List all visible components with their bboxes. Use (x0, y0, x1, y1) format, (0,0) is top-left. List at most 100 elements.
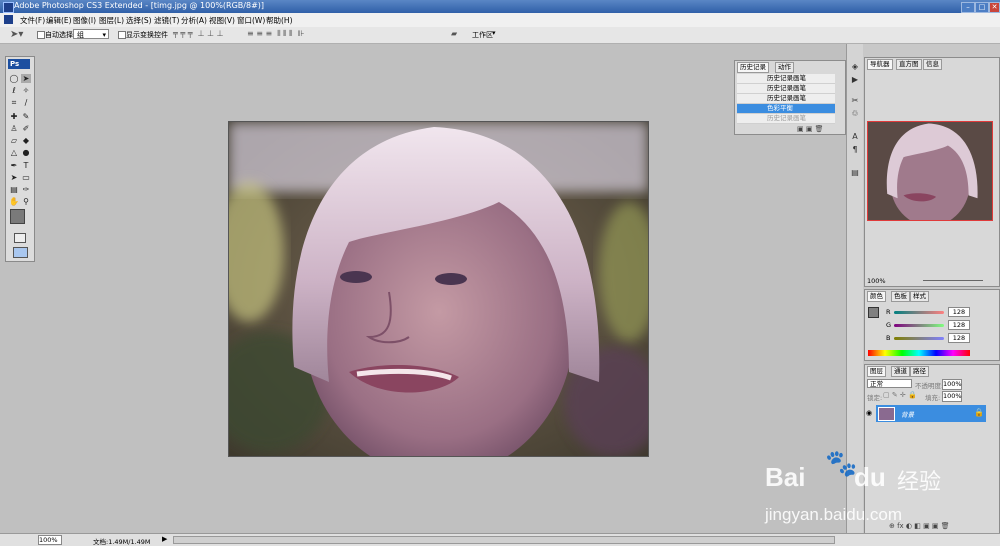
distribute-buttons-icon[interactable]: ≡ ≡ ≡ ⫴ ⫴ ⫴ ⊪ (247, 29, 305, 39)
history-row[interactable]: 历史记录画笔 (737, 94, 835, 104)
baidu-watermark: Bai 🐾 du 经验 jingyan.baidu.com (762, 443, 1000, 533)
document-image[interactable] (228, 121, 649, 457)
healing-brush-icon[interactable]: ✚ (9, 112, 19, 121)
notes-tool-icon[interactable]: ▤ (9, 185, 19, 194)
auto-select-label: 自动选择: (45, 31, 76, 39)
navigator-icon[interactable]: ◈ (850, 62, 860, 71)
menu-view[interactable]: 视图(V) (209, 15, 235, 26)
fill-field[interactable]: 100% (942, 391, 962, 402)
quick-mask-icon[interactable] (14, 233, 26, 243)
color-spectrum-bar[interactable] (868, 350, 970, 356)
blur-tool-icon[interactable]: △ (9, 148, 19, 157)
layer-comps-icon[interactable]: ▤ (850, 168, 860, 177)
foreground-color-swatch[interactable] (10, 209, 25, 224)
screen-mode-icon[interactable] (13, 247, 28, 258)
hand-tool-icon[interactable]: ✋ (9, 197, 19, 206)
tab-color[interactable]: 颜色 (867, 291, 886, 302)
lock-icons[interactable]: ▢ ✎ ✛ 🔒 (883, 391, 917, 399)
stamp-tool-icon[interactable]: ♙ (9, 124, 19, 133)
tab-paths[interactable]: 路径 (910, 366, 929, 377)
navigator-zoom-value[interactable]: 100% (867, 277, 886, 285)
tab-layers[interactable]: 图层 (867, 366, 886, 377)
slice-tool-icon[interactable]: ∕ (21, 98, 31, 107)
status-arrow-icon[interactable]: ▶ (162, 535, 167, 543)
pen-tool-icon[interactable]: ✒ (9, 161, 19, 170)
paint-bucket-icon[interactable]: ◆ (21, 136, 31, 145)
history-row-selected[interactable]: 色彩平衡 (737, 104, 835, 114)
opacity-field[interactable]: 100% (942, 379, 962, 390)
crop-tool-icon[interactable]: ⌗ (9, 98, 19, 107)
show-transform-checkbox[interactable] (118, 31, 126, 39)
tab-swatches[interactable]: 色板 (891, 291, 910, 302)
zoom-tool-icon[interactable]: ⚲ (21, 197, 31, 206)
horizontal-scrollbar[interactable] (173, 536, 835, 544)
tab-channels[interactable]: 通道 (891, 366, 910, 377)
path-select-icon[interactable]: ➤ (9, 173, 19, 182)
color-b-label: B (886, 334, 891, 342)
tab-info[interactable]: 信息 (923, 59, 942, 70)
history-brush-icon[interactable]: ✐ (21, 124, 31, 133)
maximize-button[interactable]: □ (975, 2, 989, 13)
history-row-label: 历史记录画笔 (767, 74, 806, 82)
color-g-slider[interactable] (894, 324, 944, 327)
color-r-value[interactable]: 128 (948, 307, 970, 317)
color-g-value[interactable]: 128 (948, 320, 970, 330)
dodge-tool-icon[interactable]: ● (21, 148, 31, 157)
eye-icon[interactable]: ◉ (866, 409, 872, 417)
color-b-value[interactable]: 128 (948, 333, 970, 343)
marquee-tool-icon[interactable]: ◯ (9, 74, 19, 83)
tab-actions[interactable]: 动作 (775, 62, 794, 73)
tab-navigator[interactable]: 导航器 (867, 59, 893, 70)
shape-tool-icon[interactable]: ▭ (21, 173, 31, 182)
workspace-button[interactable]: 工作区 (472, 30, 493, 40)
brush-tool-icon[interactable]: ✎ (21, 112, 31, 121)
type-tool-icon[interactable]: T (21, 161, 31, 170)
minimize-button[interactable]: – (961, 2, 975, 13)
tools-preset-icon[interactable]: ✂ (850, 96, 860, 105)
actions-icon[interactable]: ▶ (850, 75, 860, 84)
options-bar: ➤▾ 自动选择: 组 ▾ 显示变换控件 ╤ ╤ ╤ ⊥ ⊥ ⊥ ≡ ≡ ≡ ⫴ ⫴… (0, 27, 1000, 44)
move-tool-icon[interactable]: ➤▾ (10, 29, 23, 40)
character-icon[interactable]: A (850, 132, 860, 141)
tab-history[interactable]: 历史记录 (737, 62, 769, 73)
tab-histogram[interactable]: 直方图 (896, 59, 922, 70)
color-r-slider[interactable] (894, 311, 944, 314)
auto-select-checkbox[interactable] (37, 31, 45, 39)
menu-filter[interactable]: 滤镜(T) (154, 15, 179, 26)
paw-icon: 🐾 (825, 449, 858, 479)
history-row-label: 色彩平衡 (767, 104, 793, 112)
history-row[interactable]: 历史记录画笔 (737, 74, 835, 84)
history-row[interactable]: 历史记录画笔 (737, 84, 835, 94)
move-tool-icon[interactable]: ➤ (21, 74, 31, 83)
navigator-thumbnail[interactable] (867, 121, 993, 221)
auto-select-dropdown[interactable]: 组 ▾ (73, 29, 109, 39)
menu-layer[interactable]: 图层(L) (99, 15, 124, 26)
menu-edit[interactable]: 编辑(E) (46, 15, 72, 26)
paragraph-icon[interactable]: ¶ (850, 145, 860, 154)
color-fg-swatch[interactable] (868, 307, 879, 318)
close-button[interactable]: ✕ (989, 2, 1000, 13)
eraser-tool-icon[interactable]: ▱ (9, 136, 19, 145)
lasso-tool-icon[interactable]: ℓ (9, 86, 19, 95)
history-buttons-icon[interactable]: ▣ ▣ 🗑 (797, 125, 824, 133)
menu-window[interactable]: 窗口(W) (237, 15, 265, 26)
workspace-chevron-icon: ▾ (492, 29, 496, 37)
menu-select[interactable]: 选择(S) (126, 15, 152, 26)
align-buttons-icon[interactable]: ╤ ╤ ╤ ⊥ ⊥ ⊥ (173, 29, 224, 38)
navigator-zoom-slider[interactable] (923, 280, 983, 281)
eyedropper-icon[interactable]: ✑ (21, 185, 31, 194)
history-row[interactable]: 历史记录画笔 (737, 114, 835, 124)
magic-wand-tool-icon[interactable]: ✧ (21, 86, 31, 95)
bridge-icon[interactable]: ▰ (451, 29, 457, 38)
color-b-slider[interactable] (894, 337, 944, 340)
menu-file[interactable]: 文件(F) (20, 15, 45, 26)
menu-analysis[interactable]: 分析(A) (181, 15, 207, 26)
menu-help[interactable]: 帮助(H) (266, 15, 293, 26)
status-zoom-field[interactable]: 100% (38, 535, 62, 545)
layer-row-background[interactable]: 背景 🔒 (876, 405, 986, 422)
menu-image[interactable]: 图像(I) (73, 15, 96, 26)
clone-source-icon[interactable]: ♲ (850, 109, 860, 118)
tab-styles[interactable]: 样式 (910, 291, 929, 302)
blend-mode-dropdown[interactable]: 正常 (867, 379, 912, 388)
window-title: Adobe Photoshop CS3 Extended - [timg.jpg… (14, 1, 265, 10)
